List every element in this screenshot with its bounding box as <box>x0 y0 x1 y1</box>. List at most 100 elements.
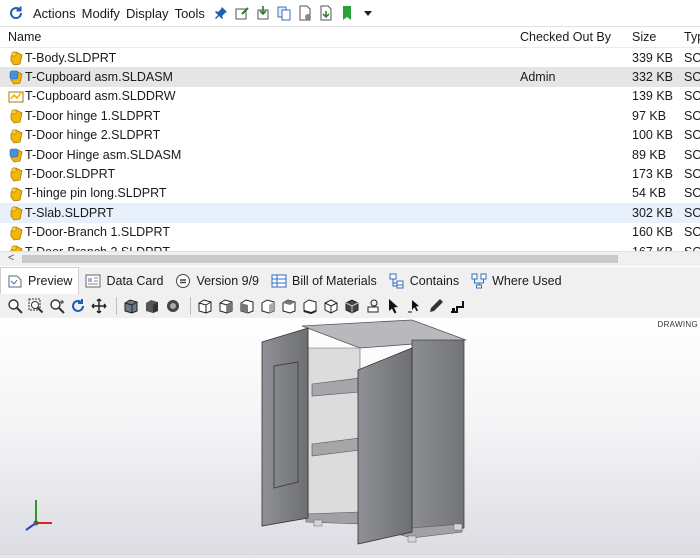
part-file-icon <box>8 128 24 144</box>
menu-display[interactable]: Display <box>123 6 172 21</box>
file-type: SO <box>684 128 700 143</box>
zoom-area-icon[interactable] <box>27 298 44 315</box>
tab-contains[interactable]: Contains <box>383 267 465 294</box>
check-out-icon[interactable] <box>234 5 250 21</box>
table-row[interactable]: T-Door-Branch 1.SLDPRT 160 KB SO <box>0 223 700 242</box>
zoom-to-fit-icon[interactable] <box>6 298 23 315</box>
file-name: T-Door hinge 1.SLDPRT <box>25 108 161 123</box>
file-size: 89 KB <box>632 147 667 162</box>
contains-icon <box>389 273 405 289</box>
detail-tabs: Preview Data Card Version 9/9 Bill of Ma… <box>0 266 700 295</box>
preview-icon <box>7 273 23 289</box>
file-size: 54 KB <box>632 186 667 201</box>
table-row[interactable]: T-Cupboard asm.SLDDRW 139 KB SO <box>0 87 700 106</box>
file-size: 339 KB <box>632 50 674 65</box>
tab-label: Where Used <box>492 273 562 288</box>
part-file-icon <box>8 186 24 202</box>
column-header-type[interactable]: Typ <box>684 30 700 44</box>
tab-data-card[interactable]: Data Card <box>79 267 169 294</box>
scroll-left-arrow[interactable]: < <box>8 252 14 264</box>
tab-bill-of-materials[interactable]: Bill of Materials <box>265 267 383 294</box>
file-name: T-Door Hinge asm.SLDASM <box>25 147 182 162</box>
check-in-icon[interactable] <box>255 5 271 21</box>
tab-version[interactable]: Version 9/9 <box>169 267 265 294</box>
scroll-thumb[interactable] <box>22 255 618 263</box>
file-type: SO <box>684 50 700 65</box>
table-row[interactable]: T-Cupboard asm.SLDASM Admin 332 KB SO <box>0 67 700 87</box>
dimension-tool-icon[interactable] <box>448 298 465 315</box>
markup-pen-icon[interactable] <box>427 298 444 315</box>
cupboard-model-image <box>25 319 467 545</box>
table-row[interactable]: T-Door hinge 2.SLDPRT 100 KB SO <box>0 126 700 145</box>
select-icon[interactable] <box>385 298 402 315</box>
copy-tree-icon[interactable] <box>276 5 292 21</box>
file-name: T-Cupboard asm.SLDDRW <box>25 89 176 104</box>
tab-label: Version 9/9 <box>196 273 259 288</box>
table-row[interactable]: T-hinge pin long.SLDPRT 54 KB SO <box>0 184 700 203</box>
part-file-icon <box>8 205 24 221</box>
table-row[interactable]: T-Door hinge 1.SLDPRT 97 KB SO <box>0 106 700 125</box>
view-right-icon[interactable] <box>259 298 276 315</box>
menu-modify[interactable]: Modify <box>79 6 123 21</box>
axis-triad-icon <box>25 500 52 531</box>
preview-toolbar <box>0 294 700 319</box>
file-type: SO <box>684 225 700 240</box>
file-size: 160 KB <box>632 225 674 240</box>
perspective-icon[interactable] <box>164 298 181 315</box>
checked-out-by: Admin <box>520 70 556 85</box>
table-row[interactable]: T-Door-Branch 2.SLDPRT167 KBSO <box>0 242 700 251</box>
refresh-icon[interactable] <box>8 5 24 21</box>
model-preview-viewport[interactable]: DRAWING <box>0 318 700 555</box>
file-size: 100 KB <box>632 128 674 143</box>
column-header-checked-out-by[interactable]: Checked Out By <box>520 30 611 44</box>
file-type: SO <box>684 205 700 220</box>
toolbar-dropdown-icon[interactable] <box>360 5 376 21</box>
table-row[interactable]: T-Door Hinge asm.SLDASM 89 KB SO <box>0 145 700 164</box>
shaded-icon[interactable] <box>143 298 160 315</box>
view-front-icon[interactable] <box>196 298 213 315</box>
menu-tools[interactable]: Tools <box>172 6 208 21</box>
tab-where-used[interactable]: Where Used <box>465 267 567 294</box>
column-header-name[interactable]: Name <box>8 30 41 44</box>
toolbar-separator <box>116 297 117 315</box>
horizontal-scrollbar[interactable]: < <box>0 251 700 266</box>
file-type: SO <box>684 108 700 123</box>
tab-label: Preview <box>28 273 73 288</box>
pin-icon[interactable] <box>213 5 229 21</box>
table-row[interactable]: T-Slab.SLDPRT 302 KB SO <box>0 203 700 223</box>
measure-icon[interactable] <box>364 298 381 315</box>
column-header-size[interactable]: Size <box>632 30 656 44</box>
pointer-move-icon[interactable] <box>406 298 423 315</box>
file-name: T-Cupboard asm.SLDASM <box>25 70 173 85</box>
file-list: Name Checked Out By Size Typ T-Body.SLDP… <box>0 27 700 251</box>
file-type: SO <box>684 147 700 162</box>
view-back-icon[interactable] <box>217 298 234 315</box>
view-top-icon[interactable] <box>280 298 297 315</box>
toolbar-separator <box>190 297 191 315</box>
file-icon[interactable] <box>297 5 313 21</box>
file-size: 173 KB <box>632 167 674 182</box>
rotate-icon[interactable] <box>69 298 86 315</box>
view-isometric-icon[interactable] <box>322 298 339 315</box>
menu-actions[interactable]: Actions <box>30 6 79 21</box>
shaded-with-edges-icon[interactable] <box>122 298 139 315</box>
zoom-in-out-icon[interactable] <box>48 298 65 315</box>
file-size: 139 KB <box>632 89 674 104</box>
file-name: T-Door.SLDPRT <box>25 167 116 182</box>
get-latest-icon[interactable] <box>318 5 334 21</box>
tab-label: Data Card <box>106 273 164 288</box>
datacard-icon <box>85 273 101 289</box>
file-type: SO <box>684 186 700 201</box>
view-left-icon[interactable] <box>238 298 255 315</box>
bookmark-icon[interactable] <box>339 5 355 21</box>
table-row[interactable]: T-Door.SLDPRT 173 KB SO <box>0 164 700 183</box>
view-bottom-icon[interactable] <box>301 298 318 315</box>
part-file-icon <box>8 225 24 241</box>
file-type: SO <box>684 89 700 104</box>
pan-icon[interactable] <box>90 298 107 315</box>
file-name: T-hinge pin long.SLDPRT <box>25 186 167 201</box>
table-row[interactable]: T-Body.SLDPRT 339 KB SO <box>0 48 700 67</box>
part-file-icon <box>8 166 24 182</box>
view-dimetric-icon[interactable] <box>343 298 360 315</box>
tab-preview[interactable]: Preview <box>0 266 80 295</box>
